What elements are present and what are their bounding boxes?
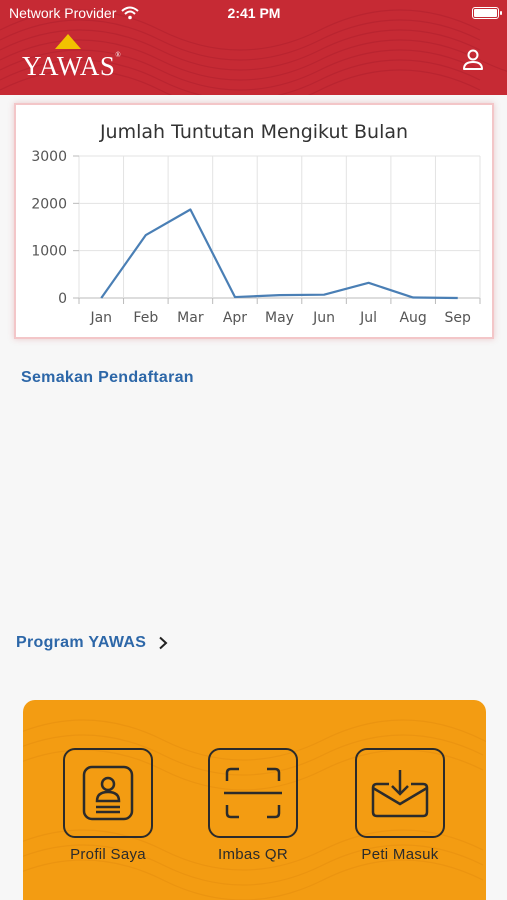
imbas-qr-button[interactable]: Imbas QR xyxy=(198,748,308,863)
battery-icon xyxy=(472,7,502,19)
program-yawas-label: Program YAWAS xyxy=(16,634,147,651)
quick-actions-card: Profil Saya Imbas QR Peti Masuk xyxy=(23,700,486,900)
claims-chart: Jumlah Tuntutan Mengikut Bulan 0 1000 2000… xyxy=(31,121,481,326)
chart-title: Jumlah Tuntutan Mengikut Bulan xyxy=(99,121,408,143)
logo-registered-mark: ® xyxy=(115,51,122,59)
imbas-qr-label: Imbas QR xyxy=(218,846,288,863)
x-tick-label: Aug xyxy=(399,310,426,326)
status-bar: Network Provider 2:41 PM xyxy=(9,5,502,23)
x-tick-label: Feb xyxy=(133,310,158,326)
x-tick-label: Jan xyxy=(89,310,112,326)
profil-saya-label: Profil Saya xyxy=(70,846,146,863)
app-logo: YAWAS® xyxy=(22,34,122,84)
profile-card-icon xyxy=(82,765,134,821)
x-tick-label: May xyxy=(265,310,294,326)
x-tick-label: Mar xyxy=(177,310,204,326)
peti-masuk-tile xyxy=(355,748,445,838)
status-time: 2:41 PM xyxy=(227,5,281,21)
peti-masuk-button[interactable]: Peti Masuk xyxy=(345,748,455,863)
chevron-right-icon xyxy=(159,636,168,650)
logo-text: YAWAS xyxy=(22,51,116,81)
x-tick-label: Jun xyxy=(312,310,335,326)
app-header: Network Provider 2:41 PM YAWAS® xyxy=(0,0,507,95)
logo-triangle-icon xyxy=(55,34,81,49)
semakan-pendaftaran-link[interactable]: Semakan Pendaftaran xyxy=(21,369,194,387)
y-tick-label: 1000 xyxy=(31,244,67,260)
program-yawas-link[interactable]: Program YAWAS xyxy=(16,634,168,652)
x-tick-label: Jul xyxy=(359,310,377,326)
series-line xyxy=(100,208,458,300)
semakan-pendaftaran-label: Semakan Pendaftaran xyxy=(21,369,194,386)
user-icon[interactable] xyxy=(461,48,485,72)
peti-masuk-label: Peti Masuk xyxy=(361,846,439,863)
inbox-icon xyxy=(371,770,429,818)
x-tick-label: Apr xyxy=(223,310,247,326)
claims-chart-card: Jumlah Tuntutan Mengikut Bulan 0 1000 2000… xyxy=(14,103,494,339)
profil-saya-tile xyxy=(63,748,153,838)
profil-saya-button[interactable]: Profil Saya xyxy=(53,748,163,863)
x-tick-label: Sep xyxy=(445,310,472,326)
qr-scan-icon xyxy=(224,767,282,819)
y-tick-label: 3000 xyxy=(31,149,67,165)
imbas-qr-tile xyxy=(208,748,298,838)
y-tick-label: 0 xyxy=(58,291,67,307)
y-tick-label: 2000 xyxy=(31,196,67,212)
